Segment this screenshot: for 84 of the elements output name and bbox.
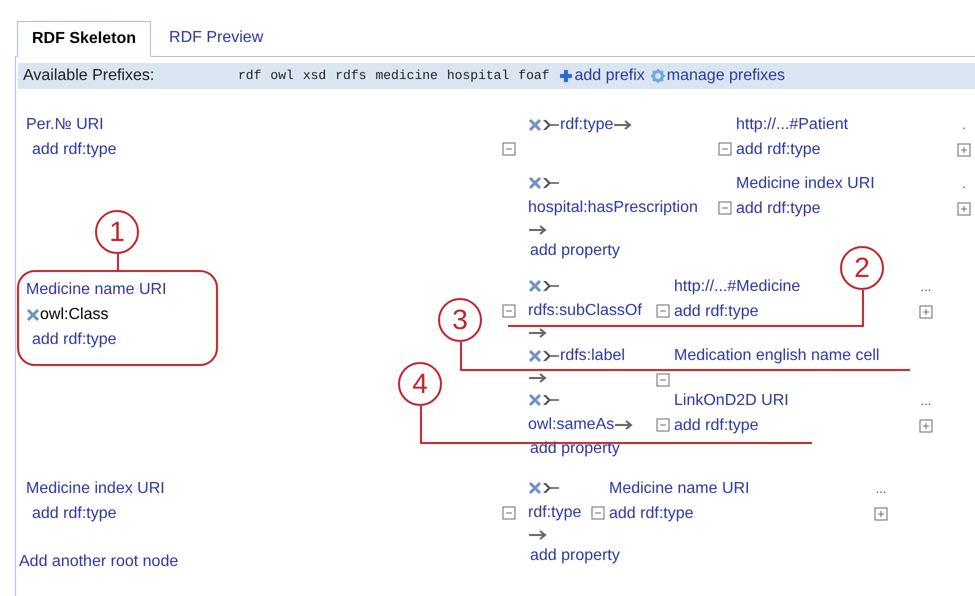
collapse-icon[interactable] xyxy=(502,304,516,318)
more-link[interactable]: . xyxy=(962,171,966,196)
predicate-label: rdfs:subClassOf xyxy=(528,301,642,321)
add-property-link[interactable]: add property xyxy=(530,545,620,567)
add-type-link[interactable]: add rdf:type xyxy=(674,299,914,324)
chevron-icon xyxy=(542,482,560,494)
prefix-name: xsd xyxy=(302,67,326,86)
delete-icon[interactable] xyxy=(528,279,542,293)
more-link[interactable]: . xyxy=(962,112,966,137)
delete-icon[interactable] xyxy=(528,348,542,362)
collapse-icon[interactable] xyxy=(502,506,516,520)
add-type-link[interactable]: add rdf:type xyxy=(32,501,116,526)
prefix-name: rdfs xyxy=(335,67,366,86)
chevron-icon xyxy=(542,118,560,130)
collapse-icon[interactable] xyxy=(718,201,732,215)
add-property-link[interactable]: add property xyxy=(530,240,620,262)
prefixes-label: Available Prefixes: xyxy=(23,66,156,86)
add-type-link[interactable]: add rdf:type xyxy=(32,327,116,352)
callout-number: 1 xyxy=(95,210,139,254)
add-type-link[interactable]: add rdf:type xyxy=(32,137,116,162)
tab[interactable]: RDF Preview xyxy=(151,20,282,56)
add-type-link[interactable]: add rdf:type xyxy=(609,501,869,526)
chevron-icon xyxy=(542,177,560,189)
predicate-label: rdfs:label xyxy=(560,346,625,366)
arrow-icon xyxy=(528,327,548,339)
collapse-icon[interactable] xyxy=(718,142,732,156)
leader-line xyxy=(117,254,119,270)
node-uri-link[interactable]: Medicine name URI xyxy=(26,277,166,302)
more-link[interactable]: ... xyxy=(920,388,932,413)
delete-icon[interactable] xyxy=(528,393,542,407)
callout-number: 3 xyxy=(438,298,482,342)
arrow-icon xyxy=(528,372,548,384)
plus-icon xyxy=(558,69,572,83)
add-property-link[interactable]: add property xyxy=(530,438,620,460)
prefix-name: foaf xyxy=(518,67,550,86)
delete-icon[interactable] xyxy=(528,481,542,495)
arrow-icon xyxy=(613,118,634,130)
add-type-link[interactable]: add rdf:type xyxy=(736,137,952,162)
prefix-name: medicine xyxy=(375,67,438,86)
node-uri-link[interactable]: Per.№ URI xyxy=(26,112,104,137)
prefix-name: rdf xyxy=(238,67,262,86)
expand-icon[interactable] xyxy=(957,202,971,216)
node-uri-link[interactable]: Medicine index URI xyxy=(26,476,165,501)
chevron-icon xyxy=(542,350,560,362)
expand-icon[interactable] xyxy=(919,418,933,432)
prefix-action-link[interactable]: manage prefixes xyxy=(650,64,786,88)
delete-icon[interactable] xyxy=(528,176,542,190)
callout-number: 4 xyxy=(398,362,442,406)
more-link[interactable]: ... xyxy=(876,476,886,501)
expand-icon[interactable] xyxy=(919,304,933,318)
tab[interactable]: RDF Skeleton xyxy=(17,21,152,57)
gear-icon xyxy=(650,69,665,83)
object-uri-link[interactable]: Medicine name URI xyxy=(609,476,869,501)
collapse-icon[interactable] xyxy=(502,142,516,156)
delete-icon[interactable] xyxy=(26,308,40,322)
prefix-action-link[interactable]: add prefix xyxy=(558,64,645,88)
collapse-icon[interactable] xyxy=(656,373,670,387)
predicate-label: hospital:hasPrescription xyxy=(528,198,698,218)
arrow-icon xyxy=(528,224,548,236)
expand-icon[interactable] xyxy=(957,142,971,156)
delete-icon[interactable] xyxy=(528,118,542,132)
add-type-link[interactable]: add rdf:type xyxy=(736,196,952,221)
prefix-name: hospital xyxy=(446,67,510,86)
more-link[interactable]: ... xyxy=(920,274,932,299)
collapse-icon[interactable] xyxy=(656,304,670,318)
arrow-icon xyxy=(528,529,548,541)
expand-icon[interactable] xyxy=(874,506,888,520)
arrow-icon xyxy=(614,418,634,430)
predicate-label: owl:sameAs xyxy=(528,415,614,435)
collapse-icon[interactable] xyxy=(656,418,670,432)
chevron-icon xyxy=(542,394,560,406)
type-label: owl:Class xyxy=(40,305,108,325)
add-root-link[interactable]: Add another root node xyxy=(19,553,178,571)
chevron-icon xyxy=(542,280,560,292)
prefix-name: owl xyxy=(270,67,294,86)
add-type-link[interactable]: add rdf:type xyxy=(674,413,914,438)
collapse-icon[interactable] xyxy=(591,506,605,520)
callout-number: 2 xyxy=(840,246,884,290)
object-uri-link[interactable]: http://...#Patient xyxy=(736,112,952,137)
predicate-label: rdf:type xyxy=(528,503,582,523)
literal-value-link[interactable]: Medication english name cell xyxy=(674,343,914,368)
object-uri-link[interactable]: LinkOnD2D URI xyxy=(674,388,914,413)
object-uri-link[interactable]: Medicine index URI xyxy=(736,171,952,196)
predicate-label: rdf:type xyxy=(560,115,614,135)
